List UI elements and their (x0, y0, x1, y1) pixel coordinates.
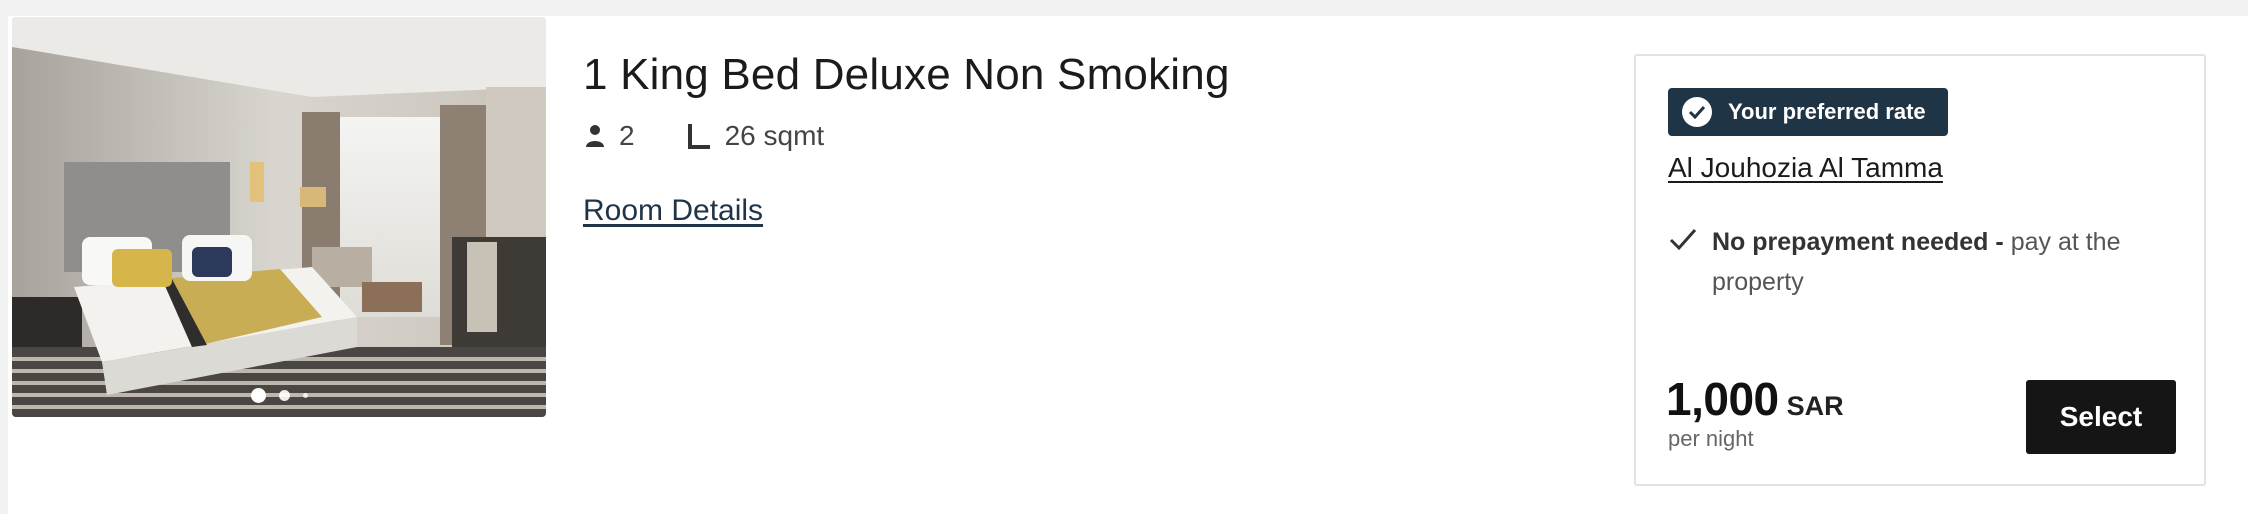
carousel-dot-3[interactable] (302, 393, 308, 398)
guests-count: 2 (619, 120, 635, 151)
preferred-rate-badge: Your preferred rate (1668, 88, 1948, 136)
carousel-dot-1[interactable] (250, 388, 266, 403)
bed-size-icon (687, 124, 710, 149)
price-amount: 1,000 (1666, 373, 1779, 425)
carousel-dot-2[interactable] (278, 390, 290, 401)
room-photo-image (12, 17, 546, 417)
room-meta: 2 26 sqmt (585, 120, 824, 152)
price: 1,000 SAR (1666, 372, 1844, 426)
checkmark-circle-icon (1682, 97, 1712, 127)
guest-icon (586, 125, 604, 147)
page-left-strip (0, 16, 8, 514)
select-button[interactable]: Select (2026, 380, 2176, 454)
room-title: 1 King Bed Deluxe Non Smoking (583, 50, 1230, 99)
rate-card: Your preferred rate Al Jouhozia Al Tamma… (1634, 54, 2206, 486)
carousel-dots (12, 388, 546, 403)
room-photo[interactable] (12, 17, 546, 417)
guests-info: 2 (585, 120, 635, 152)
room-details-link[interactable]: Room Details (583, 194, 763, 228)
prepayment-policy: No prepayment needed - pay at the proper… (1668, 222, 2178, 302)
rate-name-link[interactable]: Al Jouhozia Al Tamma (1668, 152, 1943, 184)
policy-bold: No prepayment needed - (1712, 228, 2004, 256)
size-info: 26 sqmt (687, 120, 825, 152)
badge-label: Your preferred rate (1728, 99, 1926, 124)
check-icon (1668, 222, 1712, 302)
room-size: 26 sqmt (724, 120, 825, 151)
policy-text: No prepayment needed - pay at the proper… (1712, 222, 2178, 302)
price-currency: SAR (1786, 391, 1844, 421)
per-night-label: per night (1668, 426, 1754, 451)
page-top-strip (0, 0, 2248, 16)
